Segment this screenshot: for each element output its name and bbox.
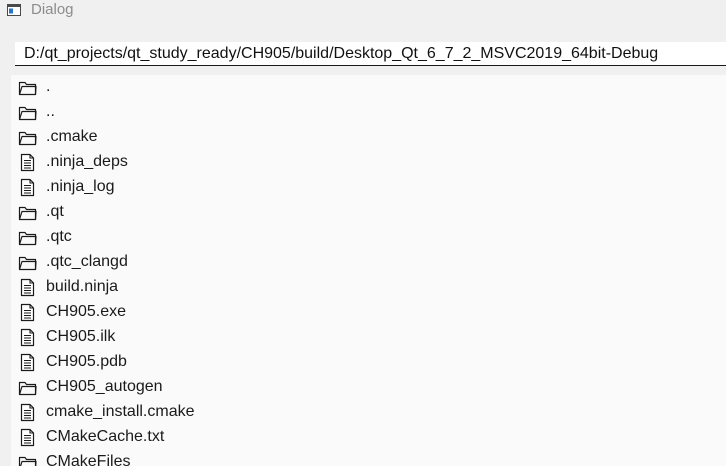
path-field-value: D:/qt_projects/qt_study_ready/CH905/buil… (24, 45, 659, 62)
list-item-label: .qt (46, 203, 64, 220)
file-icon (18, 428, 37, 447)
file-icon (18, 178, 37, 197)
list-item-label: CH905.pdb (46, 353, 127, 370)
file-icon (18, 153, 37, 172)
folder-icon (18, 78, 37, 97)
list-item-label: .ninja_log (46, 178, 115, 195)
list-item-label: .qtc_clangd (46, 253, 128, 270)
folder-icon (18, 453, 37, 466)
file-icon (18, 278, 37, 297)
list-item-label: .. (46, 103, 55, 120)
title-bar[interactable]: Dialog (0, 0, 726, 22)
list-item[interactable]: .qtc_clangd (11, 250, 726, 275)
folder-icon (18, 203, 37, 222)
folder-icon (18, 228, 37, 247)
list-item[interactable]: .ninja_log (11, 175, 726, 200)
window-icon (7, 3, 21, 16)
list-item[interactable]: build.ninja (11, 275, 726, 300)
list-item[interactable]: CH905.exe (11, 300, 726, 325)
window-title: Dialog (31, 1, 74, 18)
list-item-label: . (46, 78, 51, 95)
dialog-window: Dialog D:/qt_projects/qt_study_ready/CH9… (0, 0, 726, 466)
folder-icon (18, 103, 37, 122)
path-field[interactable]: D:/qt_projects/qt_study_ready/CH905/buil… (15, 42, 726, 66)
file-icon (18, 403, 37, 422)
list-item-label: .ninja_deps (46, 153, 128, 170)
list-item[interactable]: .qtc (11, 225, 726, 250)
file-icon (18, 328, 37, 347)
list-item-label: CH905.exe (46, 303, 127, 320)
list-item-label: cmake_install.cmake (46, 403, 195, 420)
list-item-label: .cmake (46, 128, 98, 145)
list-item[interactable]: cmake_install.cmake (11, 400, 726, 425)
list-item-label: CMakeFiles (46, 453, 131, 466)
list-item[interactable]: . (11, 75, 726, 100)
folder-icon (18, 378, 37, 397)
file-icon (18, 353, 37, 372)
folder-icon (18, 128, 37, 147)
list-item[interactable]: .. (11, 100, 726, 125)
file-icon (18, 303, 37, 322)
list-item[interactable]: .cmake (11, 125, 726, 150)
list-item[interactable]: .ninja_deps (11, 150, 726, 175)
list-item[interactable]: CH905.ilk (11, 325, 726, 350)
list-item-label: CMakeCache.txt (46, 428, 165, 445)
list-item[interactable]: CMakeFiles (11, 450, 726, 466)
list-item[interactable]: CH905.pdb (11, 350, 726, 375)
list-item-label: CH905_autogen (46, 378, 163, 395)
list-item-label: CH905.ilk (46, 328, 116, 345)
list-item-label: build.ninja (46, 278, 119, 295)
file-list[interactable]: ... .cmake .ninja_deps .ninja_log .qt .qtc .qt… (11, 75, 726, 466)
list-item[interactable]: CMakeCache.txt (11, 425, 726, 450)
folder-icon (18, 253, 37, 272)
list-item-label: .qtc (46, 228, 72, 245)
list-item[interactable]: .qt (11, 200, 726, 225)
list-item[interactable]: CH905_autogen (11, 375, 726, 400)
